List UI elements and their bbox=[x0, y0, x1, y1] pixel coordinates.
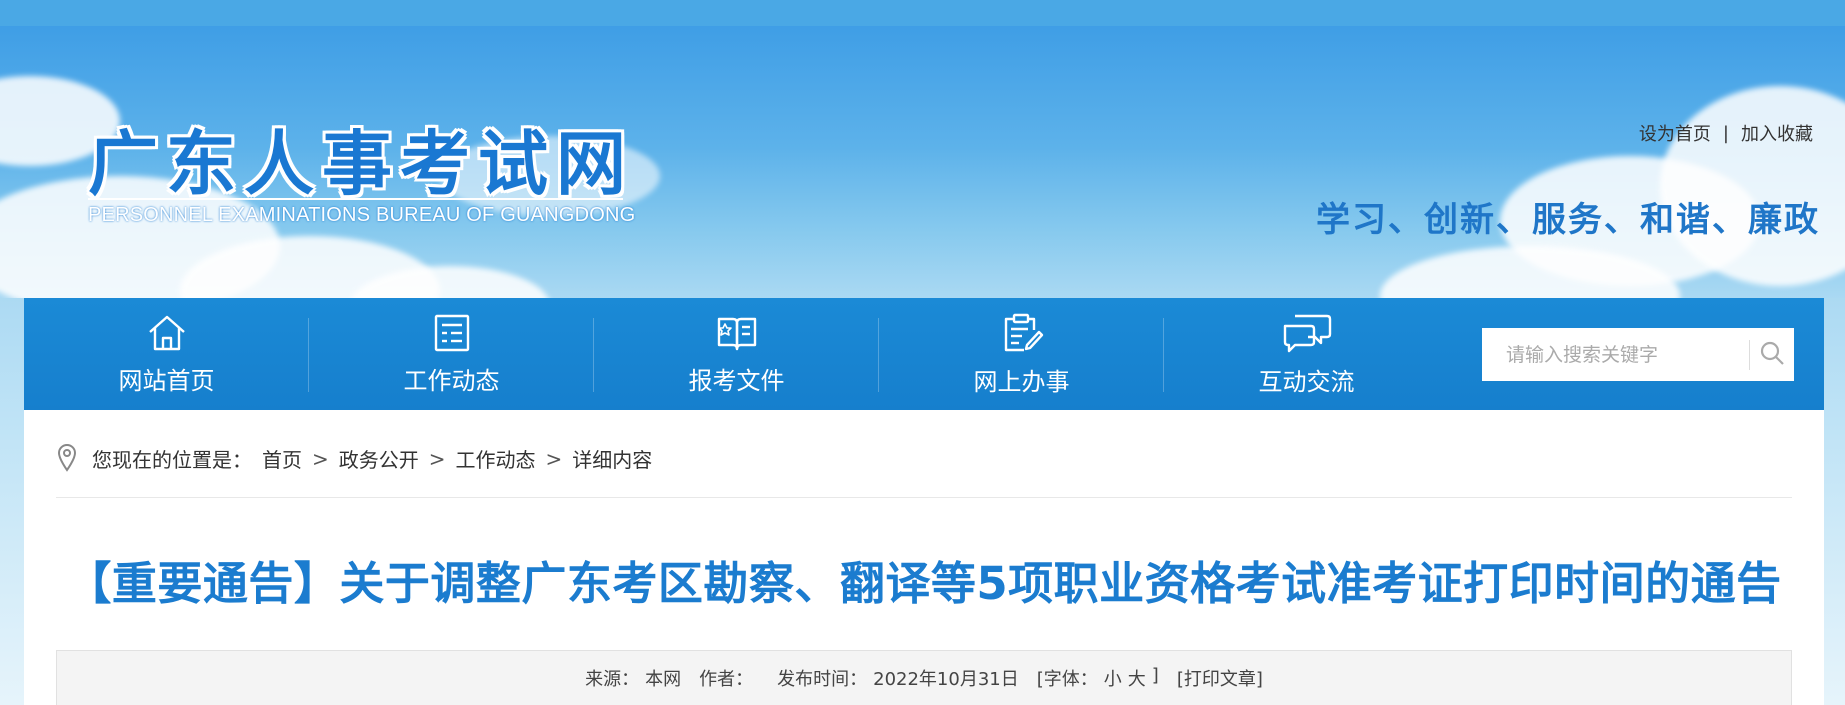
breadcrumb-prefix: 您现在的位置是： bbox=[92, 448, 252, 472]
breadcrumb-separator: > bbox=[312, 446, 329, 471]
search-icon bbox=[1759, 340, 1785, 370]
article-source: 来源： 本网 bbox=[585, 665, 681, 691]
font-small-button[interactable]: 小 bbox=[1104, 665, 1122, 691]
author-label: 作者： bbox=[699, 669, 754, 690]
location-pin-icon bbox=[56, 442, 78, 477]
link-separator: | bbox=[1722, 122, 1729, 144]
breadcrumb-item-work-news[interactable]: 工作动态 bbox=[456, 444, 536, 473]
news-list-icon bbox=[431, 313, 473, 353]
slogan: 学习、创新、服务、和谐、廉政 bbox=[1316, 200, 1820, 240]
top-bar bbox=[0, 0, 1845, 26]
home-icon bbox=[146, 313, 188, 353]
nav-label: 工作动态 bbox=[403, 366, 500, 395]
nav-label: 网站首页 bbox=[118, 366, 215, 395]
date-value: 2022年10月31日 bbox=[873, 669, 1019, 690]
nav-item-interaction[interactable]: 互动交流 bbox=[1164, 298, 1449, 410]
nav-label: 网上办事 bbox=[973, 367, 1070, 396]
article-meta: 来源： 本网 作者： 发布时间： 2022年10月31日 [字体： 小 大 ] … bbox=[56, 650, 1792, 705]
site-header: 广东人事考试网 PERSONNEL EXAMINATIONS BUREAU OF… bbox=[0, 26, 1845, 298]
print-article-button[interactable]: [打印文章] bbox=[1177, 665, 1263, 691]
nav-item-exam-documents[interactable]: 报考文件 bbox=[594, 298, 879, 410]
site-logo-chinese[interactable]: 广东人事考试网 bbox=[88, 108, 634, 209]
breadcrumb-separator: > bbox=[545, 446, 563, 471]
nav-item-home[interactable]: 网站首页 bbox=[24, 298, 309, 410]
top-links: 设为首页 | 加入收藏 bbox=[1639, 120, 1813, 146]
clipboard-edit-icon bbox=[1000, 312, 1044, 354]
font-size-control: [字体： 小 大 ] bbox=[1037, 665, 1159, 691]
nav-label: 报考文件 bbox=[688, 366, 785, 395]
breadcrumb-item-home[interactable]: 首页 bbox=[262, 444, 302, 473]
site-logo-english: PERSONNEL EXAMINATIONS BUREAU OF GUANGDO… bbox=[88, 198, 635, 227]
set-homepage-link[interactable]: 设为首页 bbox=[1639, 120, 1711, 146]
add-favorite-link[interactable]: 加入收藏 bbox=[1741, 120, 1813, 146]
nav-item-online-services[interactable]: 网上办事 bbox=[879, 298, 1164, 410]
search-box bbox=[1482, 328, 1794, 381]
breadcrumb-trail: 您现在的位置是： 首页 > 政务公开 > 工作动态 > 详细内容 bbox=[92, 444, 652, 473]
breadcrumb-item-current: 详细内容 bbox=[572, 448, 653, 472]
source-value: 本网 bbox=[645, 669, 682, 690]
breadcrumb-item-government-affairs[interactable]: 政务公开 bbox=[339, 444, 419, 473]
search-input[interactable] bbox=[1482, 328, 1749, 381]
breadcrumb-separator: > bbox=[428, 446, 446, 471]
font-large-button[interactable]: 大 bbox=[1128, 665, 1146, 691]
chat-bubbles-icon bbox=[1281, 312, 1333, 354]
font-size-label: [字体： bbox=[1036, 669, 1098, 690]
search-button[interactable] bbox=[1750, 328, 1794, 381]
article-date: 发布时间： 2022年10月31日 bbox=[777, 665, 1019, 691]
main-content: 您现在的位置是： 首页 > 政务公开 > 工作动态 > 详细内容 【重要通告】关… bbox=[24, 410, 1824, 705]
font-size-close: ] bbox=[1151, 665, 1159, 686]
nav-item-work-news[interactable]: 工作动态 bbox=[309, 298, 594, 410]
nav-label: 互动交流 bbox=[1258, 367, 1355, 396]
article-title: 【重要通告】关于调整广东考区勘察、翻译等5项职业资格考试准考证打印时间的通告 bbox=[66, 557, 1782, 610]
main-nav: 网站首页 工作动态 报考文件 网上办事 互动交流 请输入搜索关键字 bbox=[24, 298, 1824, 410]
article-author: 作者： bbox=[699, 665, 759, 691]
source-label: 来源： bbox=[585, 669, 640, 690]
breadcrumb: 您现在的位置是： 首页 > 政务公开 > 工作动态 > 详细内容 bbox=[56, 440, 1792, 498]
open-book-icon bbox=[715, 313, 759, 353]
date-label: 发布时间： bbox=[777, 669, 868, 690]
